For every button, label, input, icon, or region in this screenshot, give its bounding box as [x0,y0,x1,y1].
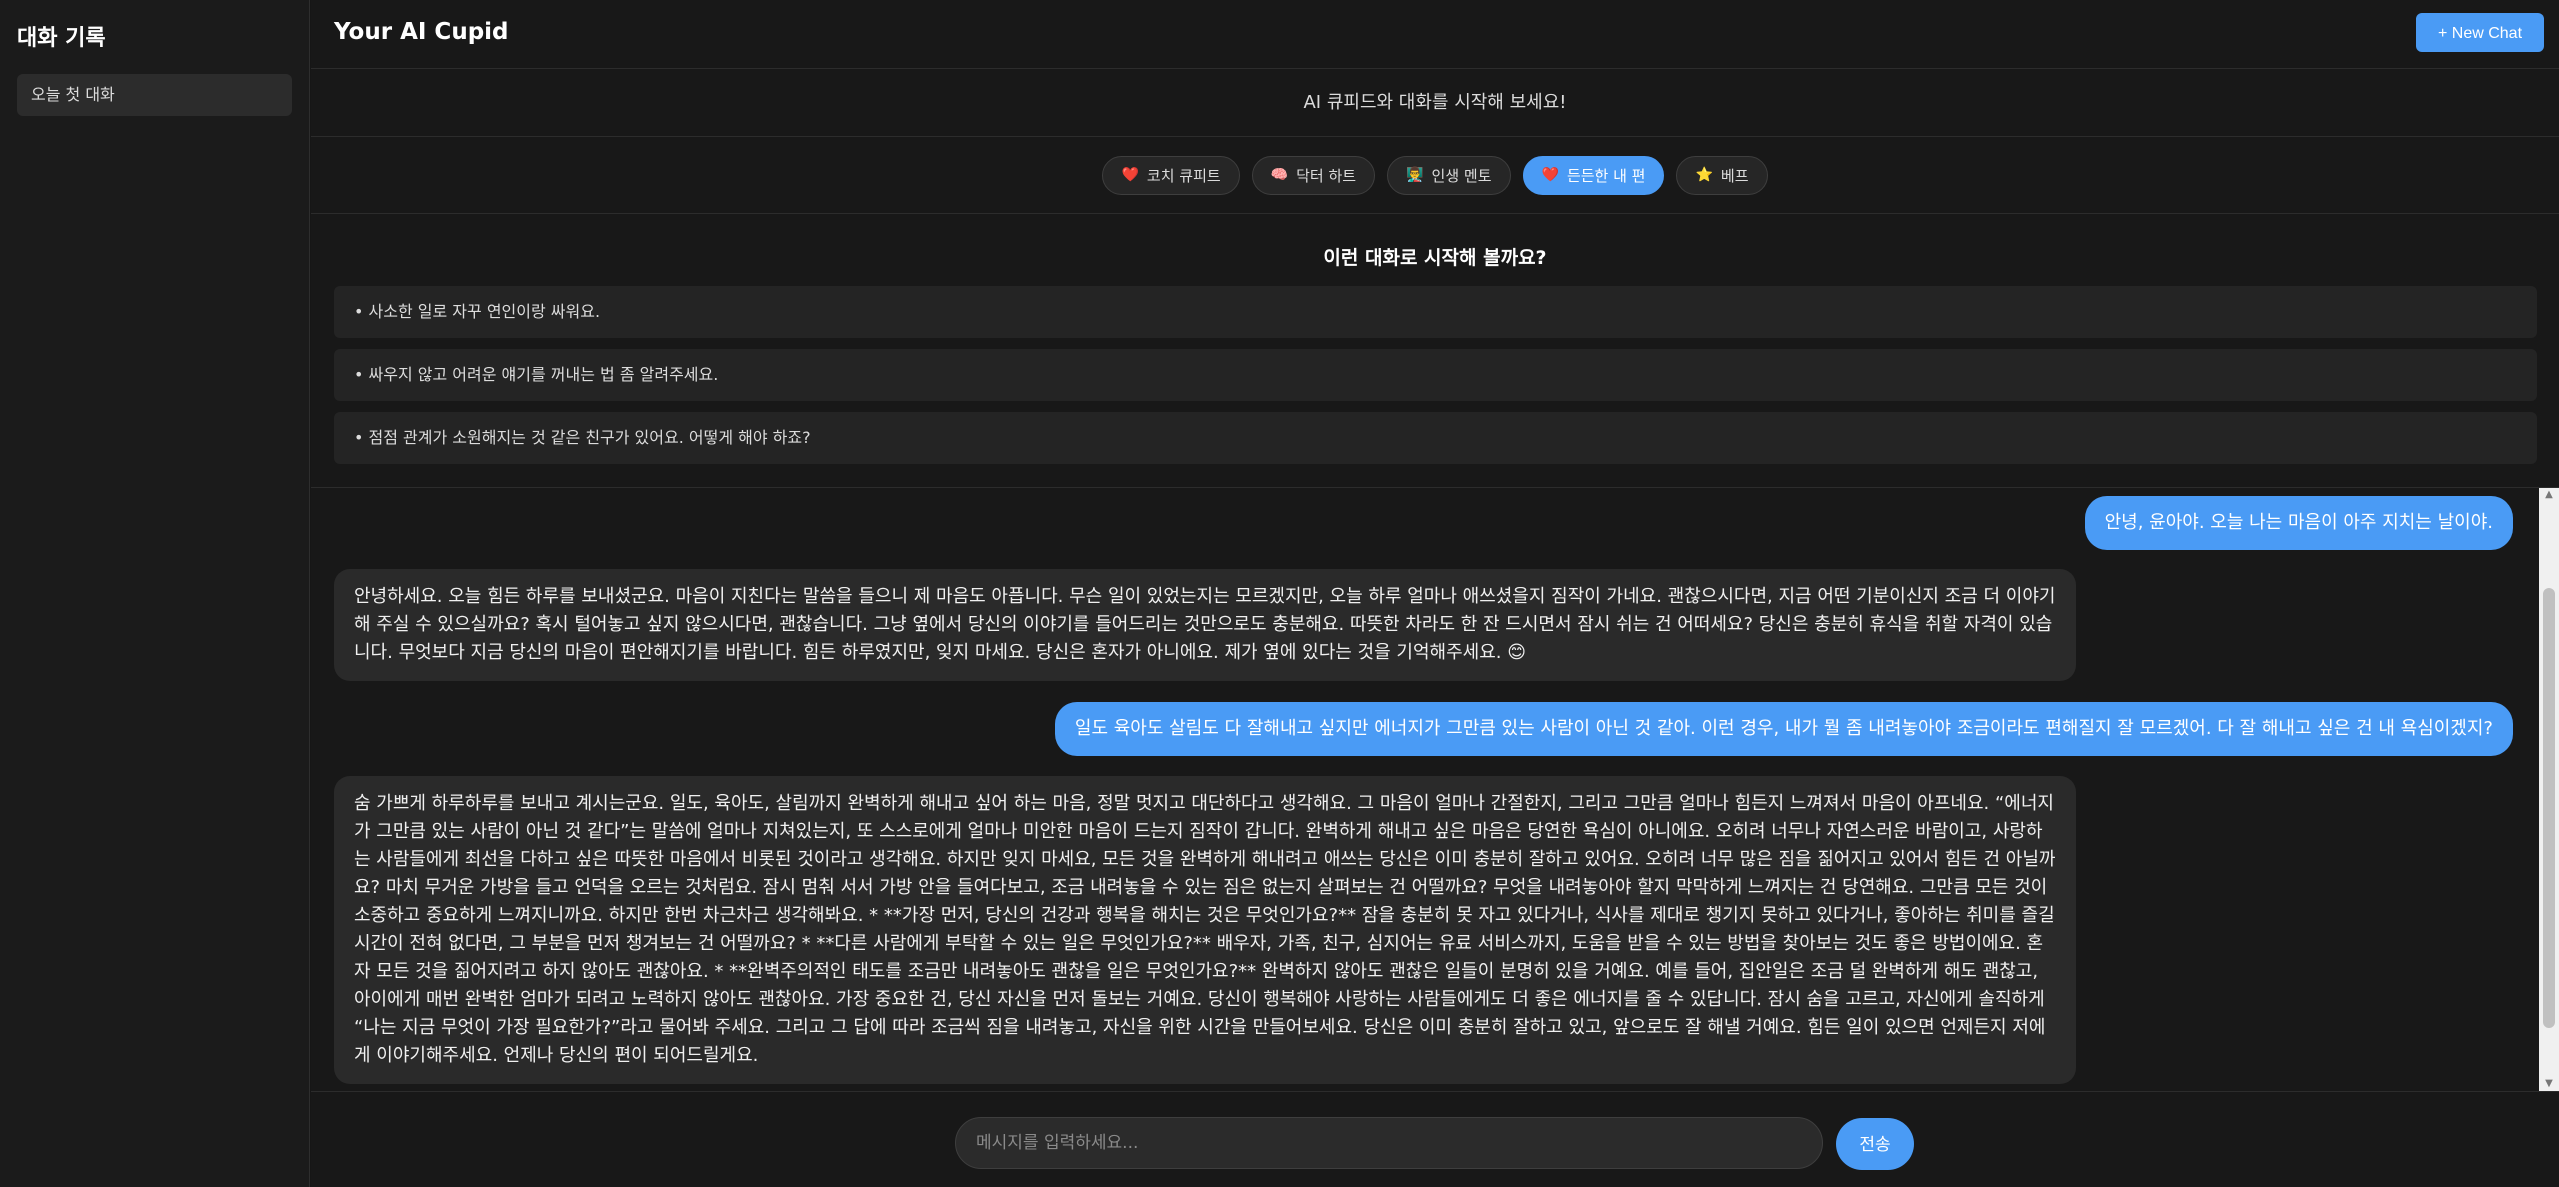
user-message: 일도 육아도 살림도 다 잘해내고 싶지만 에너지가 그만큼 있는 사람이 아닌… [1054,702,2513,756]
user-message: 안녕, 윤아야. 오늘 나는 마음이 아주 지치는 날이야. [2084,496,2513,550]
mode-chip-life-mentor[interactable]: 👨‍🏫 인생 멘토 [1387,155,1511,195]
scroll-thumb[interactable] [2543,588,2555,1028]
teacher-icon: 👨‍🏫 [1406,167,1424,183]
mode-chip-coach-cupid[interactable]: ❤️ 코치 큐피트 [1102,155,1240,195]
mode-chip-label: 베프 [1720,166,1749,185]
intro-subtitle: AI 큐피드와 대화를 시작해 보세요! [311,69,2559,137]
suggestion-item[interactable]: • 싸우지 않고 어려운 얘기를 꺼내는 법 좀 알려주세요. [334,349,2537,401]
sidebar: 대화 기록 오늘 첫 대화 [0,0,310,1187]
mode-chip-label: 인생 멘토 [1431,166,1492,185]
main-panel: Your AI Cupid + New Chat AI 큐피드와 대화를 시작해… [311,0,2559,1187]
mode-chip-doctor-heart[interactable]: 🧠 닥터 하트 [1251,155,1376,195]
sidebar-title: 대화 기록 [17,26,106,51]
chat-scrollbar[interactable]: ▲ ▼ [2539,488,2559,1091]
new-chat-button[interactable]: + New Chat [2416,13,2544,52]
mode-chip-label: 든든한 내 편 [1566,166,1646,185]
mode-selector: ❤️ 코치 큐피트 🧠 닥터 하트 👨‍🏫 인생 멘토 ❤️ 든든한 내 편 ⭐… [311,137,2559,214]
scroll-down-arrow-icon[interactable]: ▼ [2539,1077,2559,1091]
message-input[interactable] [955,1117,1823,1169]
mode-chip-my-side[interactable]: ❤️ 든든한 내 편 [1522,155,1665,195]
composer: 전송 [311,1091,2559,1187]
app-title: Your AI Cupid [334,19,509,45]
suggestion-item[interactable]: • 사소한 일로 자꾸 연인이랑 싸워요. [334,286,2537,338]
header: Your AI Cupid + New Chat [311,0,2559,69]
suggestion-item[interactable]: • 점점 관계가 소원해지는 것 같은 친구가 있어요. 어떻게 해야 하죠? [334,412,2537,464]
heart-icon: ❤️ [1541,167,1559,183]
history-item-today[interactable]: 오늘 첫 대화 [17,74,292,116]
send-button[interactable]: 전송 [1836,1118,1914,1170]
mode-chip-label: 닥터 하트 [1296,166,1357,185]
mode-chip-best-friend[interactable]: ⭐ 베프 [1676,155,1768,195]
assistant-message: 안녕하세요. 오늘 힘든 하루를 보내셨군요. 마음이 지친다는 말씀을 들으니… [334,569,2076,681]
suggestions-title: 이런 대화로 시작해 볼까요? [1323,247,1547,269]
star-icon: ⭐ [1695,167,1713,183]
brain-icon: 🧠 [1270,167,1289,183]
divider [311,487,2559,488]
assistant-message: 숨 가쁘게 하루하루를 보내고 계시는군요. 일도, 육아도, 살림까지 완벽하… [334,776,2076,1084]
heart-icon: ❤️ [1121,167,1139,183]
scroll-up-arrow-icon[interactable]: ▲ [2539,488,2559,502]
mode-chip-label: 코치 큐피트 [1146,166,1221,185]
